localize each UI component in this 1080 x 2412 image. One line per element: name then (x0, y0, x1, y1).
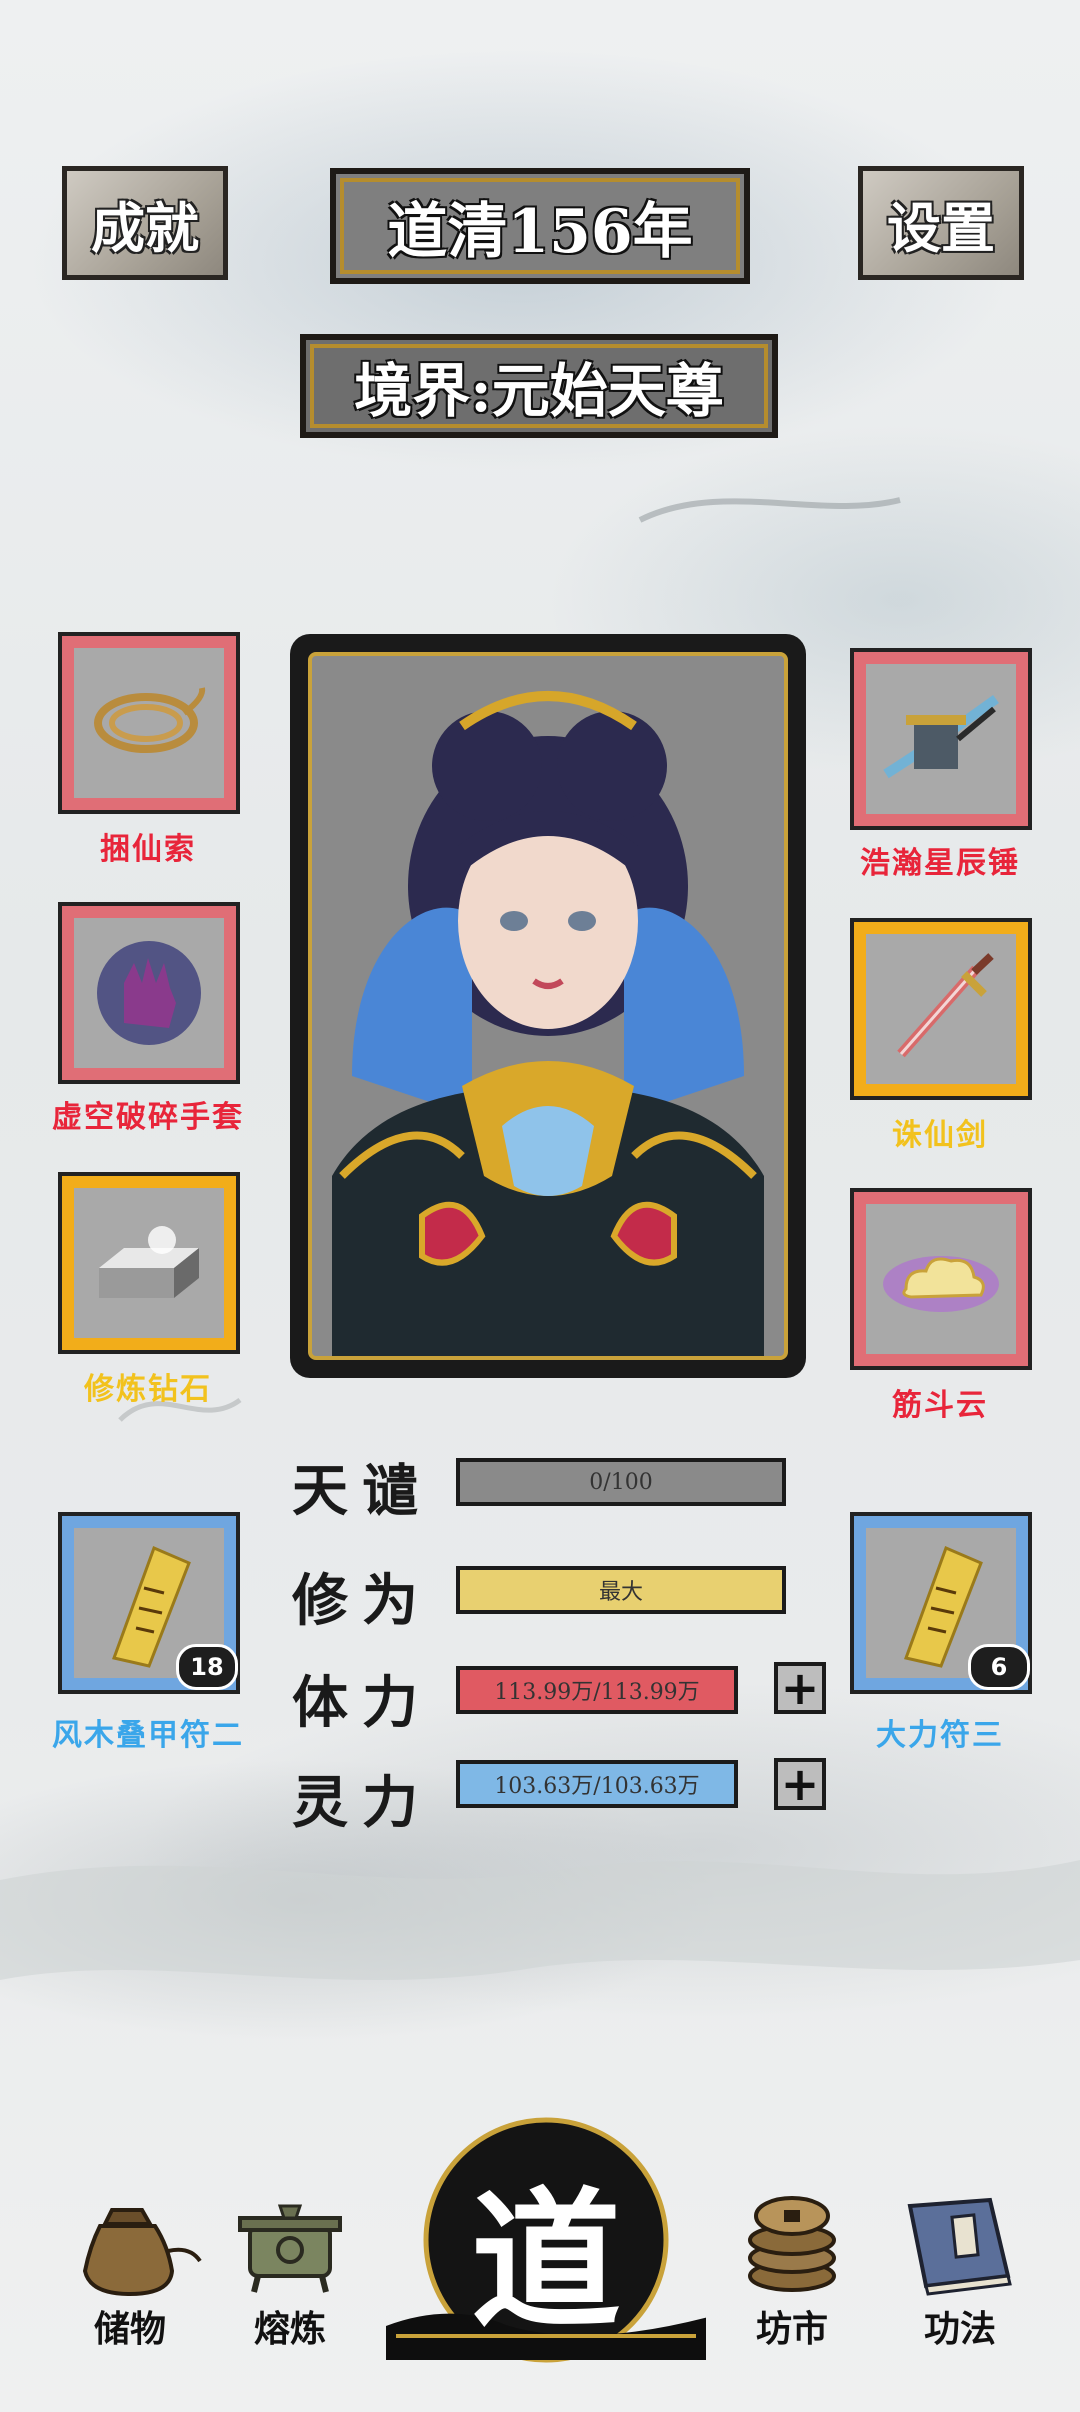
nav-storage[interactable]: 储物 (50, 2186, 210, 2366)
equip-slot-frame (58, 1172, 240, 1354)
tili-plus-button[interactable]: + (774, 1661, 826, 1715)
achievement-label: 成就 (91, 195, 199, 260)
cloud-icon (883, 1256, 999, 1312)
equip-slot-right-3[interactable] (850, 1188, 1032, 1370)
book-icon (907, 2197, 1012, 2296)
nav-dao-center[interactable]: 道 (386, 2100, 706, 2380)
equip-slot-frame (850, 648, 1032, 830)
character-portrait[interactable] (308, 652, 788, 1360)
equip-slot-left-2[interactable] (58, 902, 240, 1084)
equip-slot-left-1[interactable] (58, 632, 240, 814)
nav-market-label: 坊市 (755, 2308, 828, 2350)
portrait-frame (290, 634, 806, 1378)
tianqian-bar: 0/100 (456, 1458, 786, 1506)
realm-plaque: 境界:元始天尊 (300, 334, 778, 438)
hammer-icon (883, 694, 999, 779)
nav-smelting-label: 熔炼 (253, 2308, 326, 2350)
equip-name-left-2: 虚空破碎手套 (52, 1100, 244, 1135)
nav-skills[interactable]: 功法 (880, 2186, 1040, 2366)
tili-bar: 113.99万/113.99万 (456, 1666, 738, 1714)
xiuwei-bar: 最大 (456, 1566, 786, 1614)
year-label: 道清156年 (387, 196, 693, 267)
equip-name-left-1: 捆仙索 (100, 832, 196, 867)
settings-label: 设置 (887, 195, 995, 260)
nav-skills-label: 功法 (923, 2308, 996, 2350)
equip-slot-frame (850, 1188, 1032, 1370)
cauldron-icon (238, 2204, 342, 2293)
year-plaque: 道清156年 (330, 168, 750, 284)
talisman-slot-right[interactable]: 6 (850, 1512, 1032, 1694)
equip-name-right-3: 筋斗云 (892, 1388, 988, 1423)
equip-slot-right-2[interactable] (850, 918, 1032, 1100)
lingli-value: 103.63万/103.63万 (494, 1774, 700, 1799)
achievement-button[interactable]: 成就 (62, 166, 228, 280)
nav-smelting[interactable]: 熔炼 (210, 2186, 370, 2366)
dao-glyph: 道 (470, 2173, 621, 2349)
xiuwei-value: 最大 (598, 1580, 643, 1605)
equip-name-left-3: 修炼钻石 (84, 1372, 212, 1407)
pouch-icon (82, 2208, 202, 2297)
rope-icon (94, 687, 206, 753)
talisman-slot-left[interactable]: 18 (58, 1512, 240, 1694)
coins-icon (748, 2196, 836, 2292)
talisman-slot-frame: 6 (850, 1512, 1032, 1694)
equip-name-right-1: 浩瀚星辰锤 (860, 846, 1020, 881)
nav-storage-label: 储物 (93, 2308, 166, 2350)
equip-slot-left-3[interactable] (58, 1172, 240, 1354)
stat-label-lingli: 灵力 (292, 1770, 432, 1836)
talisman-name-left: 风木叠甲符二 (52, 1718, 244, 1753)
equip-slot-frame (850, 918, 1032, 1100)
sword-icon (897, 953, 994, 1058)
lingli-plus-button[interactable]: + (774, 1757, 826, 1811)
equip-slot-frame (58, 902, 240, 1084)
settings-button[interactable]: 设置 (858, 166, 1024, 280)
talisman-count-badge: 18 (176, 1644, 238, 1690)
lingli-bar: 103.63万/103.63万 (456, 1760, 738, 1808)
stat-label-xiuwei: 修为 (292, 1568, 432, 1634)
tili-value: 113.99万/113.99万 (494, 1680, 700, 1705)
talisman-count-badge: 6 (968, 1644, 1030, 1690)
stat-label-tili: 体力 (292, 1670, 432, 1736)
equip-slot-frame (58, 632, 240, 814)
stat-label-tianqian: 天谴 (292, 1458, 432, 1524)
nav-market[interactable]: 坊市 (712, 2186, 872, 2366)
diamond-block-icon (99, 1226, 199, 1298)
talisman-name-right: 大力符三 (876, 1718, 1004, 1753)
character-image (332, 691, 764, 1356)
void-glove-icon (97, 941, 201, 1045)
equip-name-right-2: 诛仙剑 (892, 1118, 988, 1153)
tianqian-value: 0/100 (589, 1469, 653, 1495)
realm-label: 境界:元始天尊 (354, 357, 724, 425)
talisman-slot-frame: 18 (58, 1512, 240, 1694)
equip-slot-right-1[interactable] (850, 648, 1032, 830)
